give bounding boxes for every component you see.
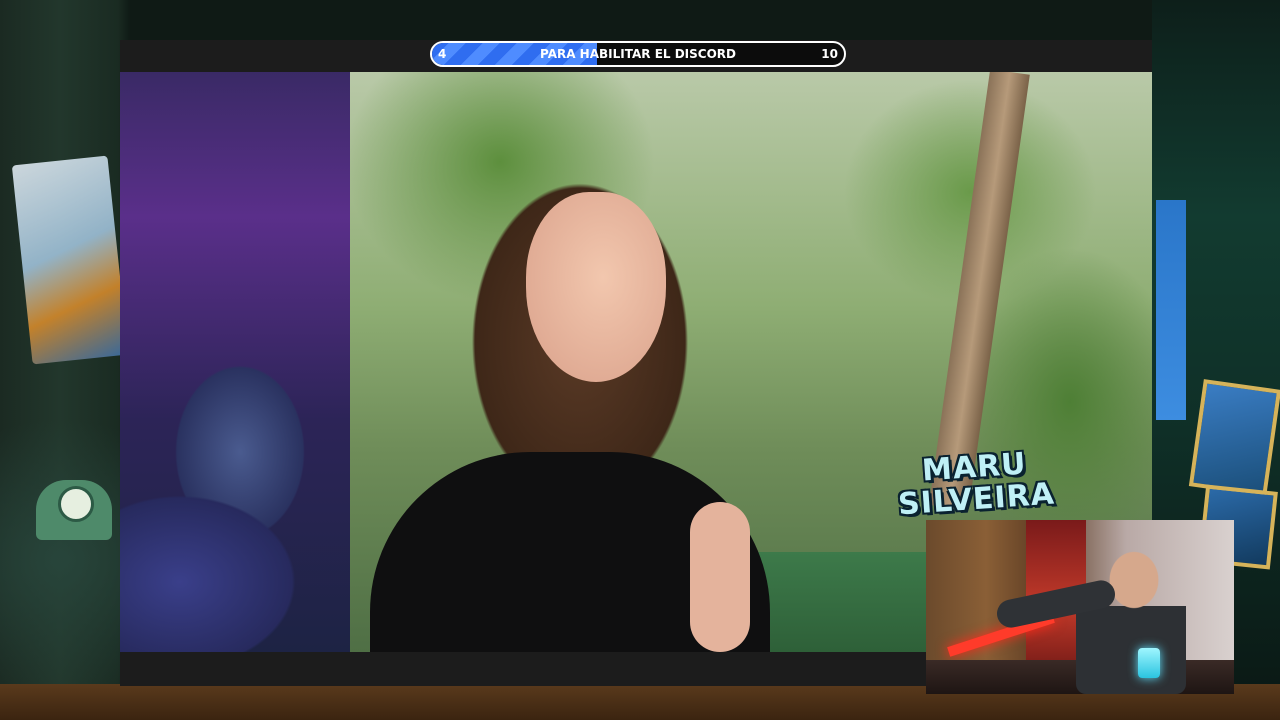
webcam-lamp-icon — [1138, 648, 1160, 678]
guest-arm — [690, 502, 750, 652]
tree-trunk — [928, 72, 1030, 511]
background-window — [1156, 200, 1186, 420]
streamer-webcam — [926, 520, 1234, 694]
side-artwork — [120, 72, 350, 652]
artwork-cloak — [120, 452, 350, 652]
background-picture-frame — [1188, 379, 1280, 497]
streamer — [1076, 536, 1186, 694]
goal-target-count: 10 — [821, 47, 838, 61]
goal-progress-bar: 4 PARA HABILITAR EL DISCORD 10 — [430, 41, 846, 67]
goal-label: PARA HABILITAR EL DISCORD — [540, 47, 736, 61]
clock-face-icon — [58, 486, 94, 522]
guest-face — [526, 192, 666, 382]
